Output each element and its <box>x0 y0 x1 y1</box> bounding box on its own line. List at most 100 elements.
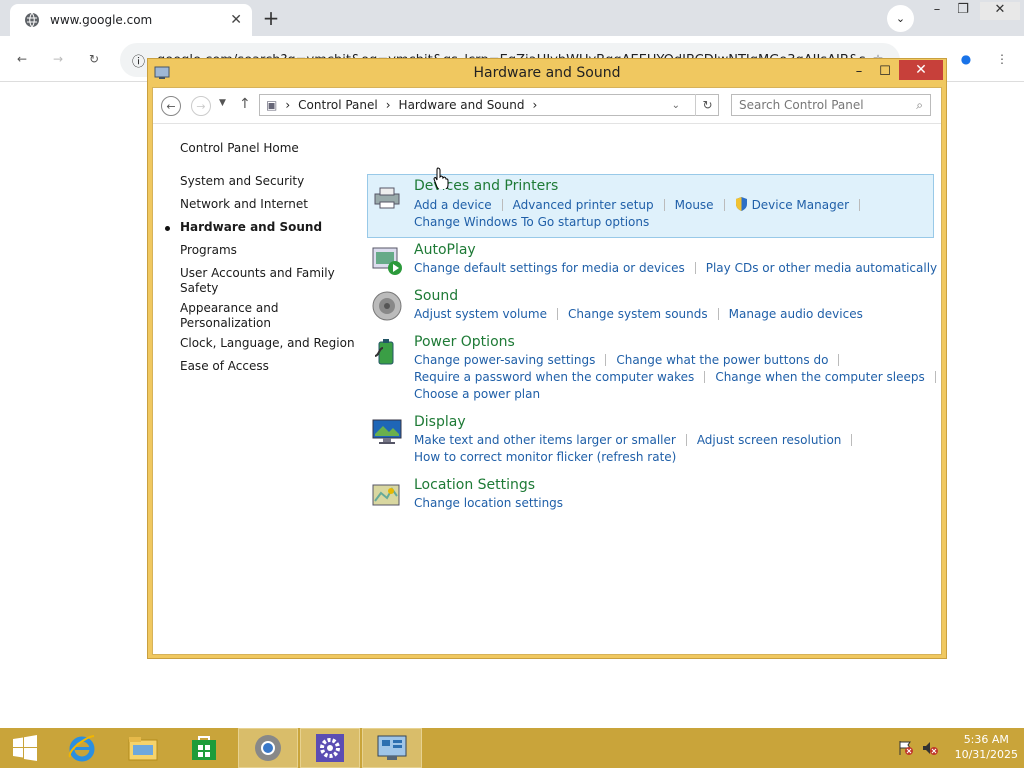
refresh-button[interactable]: ↻ <box>695 94 719 116</box>
breadcrumb-separator-icon: › <box>285 98 291 112</box>
nav-appearance[interactable]: Appearance and <box>180 301 278 316</box>
address-toolbar: ← → ▼ ↑ ▣ › Control Panel › Hardware and… <box>153 88 941 124</box>
category-title[interactable]: Location Settings <box>414 477 535 493</box>
control-panel-icon <box>377 735 407 760</box>
link-add-a-device[interactable]: Add a device <box>414 198 492 212</box>
nav-system-and-security[interactable]: System and Security <box>180 174 304 189</box>
link-power-buttons[interactable]: Change what the power buttons do <box>616 353 828 367</box>
link-require-password[interactable]: Require a password when the computer wak… <box>414 370 694 384</box>
link-adjust-volume[interactable]: Adjust system volume <box>414 307 547 321</box>
link-manage-audio[interactable]: Manage audio devices <box>729 307 863 321</box>
volume-icon[interactable] <box>922 740 938 759</box>
up-button[interactable]: ↑ <box>239 96 251 112</box>
taskbar-chrome[interactable] <box>238 728 298 768</box>
forward-button[interactable]: → <box>46 47 70 71</box>
category-title[interactable]: Sound <box>414 288 458 304</box>
nav-user-accounts[interactable]: User Accounts and Family <box>180 266 335 281</box>
link-mouse[interactable]: Mouse <box>675 198 714 212</box>
link-row: Add a device Advanced printer setup Mouse D… <box>414 197 870 212</box>
link-windows-to-go[interactable]: Change Windows To Go startup options <box>414 215 649 229</box>
back-button[interactable]: ← <box>10 47 34 71</box>
link-power-plan[interactable]: Choose a power plan <box>414 387 540 401</box>
link-advanced-printer-setup[interactable]: Advanced printer setup <box>513 198 654 212</box>
folder-icon: ▣ <box>266 98 278 112</box>
nav-programs[interactable]: Programs <box>180 243 237 258</box>
divider <box>501 199 503 211</box>
speaker-muted-icon <box>923 742 938 755</box>
browser-tab[interactable]: www.google.com ✕ <box>10 4 252 36</box>
printer-icon <box>374 187 400 209</box>
close-button[interactable]: ✕ <box>899 60 943 80</box>
minimize-button[interactable]: – <box>848 61 870 81</box>
search-input[interactable]: Search Control Panel ⌕ <box>731 94 931 116</box>
taskbar-store[interactable] <box>174 728 234 768</box>
link-row: How to correct monitor flicker (refresh … <box>414 450 686 464</box>
menu-kebab-icon[interactable]: ⋮ <box>990 47 1014 71</box>
chevron-down-icon[interactable]: ⌄ <box>672 100 680 111</box>
breadcrumb-hardware-and-sound[interactable]: Hardware and Sound <box>399 98 525 112</box>
link-change-default-settings[interactable]: Change default settings for media or dev… <box>414 261 685 275</box>
category-title[interactable]: Display <box>414 414 466 430</box>
divider <box>859 199 861 211</box>
nav-hardware-and-sound[interactable]: Hardware and Sound <box>180 220 322 235</box>
category-title[interactable]: AutoPlay <box>414 242 476 258</box>
windows-logo-icon <box>13 735 37 761</box>
forward-button[interactable]: → <box>191 96 211 116</box>
link-change-sounds[interactable]: Change system sounds <box>568 307 708 321</box>
hand-cursor-icon <box>433 167 449 189</box>
autoplay-icon <box>372 247 402 275</box>
flag-alert-icon <box>899 741 913 755</box>
divider <box>694 262 696 274</box>
recent-pages-dropdown[interactable]: ▼ <box>219 98 226 108</box>
breadcrumb-control-panel[interactable]: Control Panel <box>298 98 378 112</box>
link-computer-sleeps[interactable]: Change when the computer sleeps <box>715 370 924 384</box>
nav-control-panel-home[interactable]: Control Panel Home <box>180 141 299 156</box>
maximize-button[interactable]: ☐ <box>874 61 896 81</box>
new-tab-button[interactable]: + <box>258 6 284 30</box>
link-power-saving[interactable]: Change power-saving settings <box>414 353 595 367</box>
link-device-manager[interactable]: Device Manager <box>752 198 849 212</box>
window-title: Hardware and Sound <box>473 65 621 81</box>
category-title[interactable]: Power Options <box>414 334 515 350</box>
tab-search-button[interactable]: ⌄ <box>887 5 914 32</box>
link-row: Change default settings for media or dev… <box>414 261 947 275</box>
start-button[interactable] <box>0 728 50 768</box>
divider <box>556 308 558 320</box>
taskbar-internet-explorer[interactable] <box>52 728 112 768</box>
back-button[interactable]: ← <box>161 96 181 116</box>
nav-network-and-internet[interactable]: Network and Internet <box>180 197 308 212</box>
browser-restore-button[interactable]: ❐ <box>948 2 978 20</box>
breadcrumb[interactable]: ▣ › Control Panel › Hardware and Sound ›… <box>259 94 719 116</box>
search-icon[interactable]: ⌕ <box>916 98 923 113</box>
gear-icon <box>316 734 344 762</box>
tab-title: www.google.com <box>50 13 153 27</box>
divider <box>704 371 706 383</box>
browser-close-button[interactable]: ✕ <box>980 2 1020 20</box>
taskbar-settings[interactable] <box>300 728 360 768</box>
taskbar-file-explorer[interactable] <box>113 728 173 768</box>
nav-ease-of-access[interactable]: Ease of Access <box>180 359 269 374</box>
profile-avatar-icon[interactable]: ● <box>954 47 978 71</box>
window-titlebar[interactable]: Hardware and Sound – ☐ ✕ <box>148 59 946 87</box>
clock[interactable]: 5:36 AM 10/31/2025 <box>955 732 1018 762</box>
link-location-settings[interactable]: Change location settings <box>414 496 563 510</box>
arrow-right-icon: → <box>52 52 64 66</box>
nav-user-accounts-line2[interactable]: Safety <box>180 281 218 296</box>
reload-button[interactable]: ↻ <box>82 47 106 71</box>
link-monitor-flicker[interactable]: How to correct monitor flicker (refresh … <box>414 450 676 464</box>
info-icon[interactable]: ⓘ <box>132 51 145 70</box>
link-row: Choose a power plan <box>414 387 550 401</box>
link-play-cds[interactable]: Play CDs or other media automatically <box>706 261 937 275</box>
link-text-size[interactable]: Make text and other items larger or smal… <box>414 433 676 447</box>
divider <box>685 434 687 446</box>
close-tab-icon[interactable]: ✕ <box>230 12 242 28</box>
divider <box>605 354 607 366</box>
link-screen-resolution[interactable]: Adjust screen resolution <box>697 433 842 447</box>
taskbar-control-panel[interactable] <box>362 728 422 768</box>
nav-appearance-line2[interactable]: Personalization <box>180 316 271 331</box>
internet-explorer-icon <box>68 735 95 762</box>
nav-clock-language-region[interactable]: Clock, Language, and Region <box>180 336 355 351</box>
link-row: Make text and other items larger or smal… <box>414 433 862 447</box>
action-center-icon[interactable] <box>898 740 914 759</box>
divider <box>717 308 719 320</box>
